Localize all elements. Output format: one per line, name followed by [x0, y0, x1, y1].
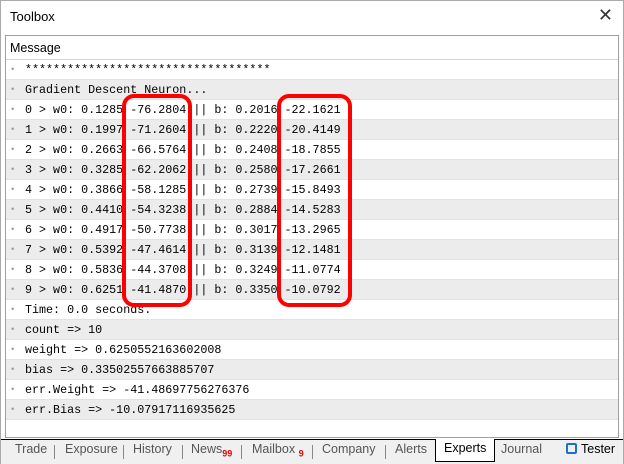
- log-row[interactable]: • 6 > w0: 0.4917 -50.7738 || b: 0.3017 -1…: [6, 220, 618, 240]
- bullet-icon: •: [10, 325, 16, 335]
- tab-mailbox-label: Mailbox: [252, 442, 296, 456]
- log-message: 8 > w0: 0.5836 -44.3708 || b: 0.3249 -11…: [25, 263, 341, 277]
- divider: [182, 445, 183, 459]
- column-header-message[interactable]: Message: [6, 36, 618, 60]
- bullet-icon: •: [10, 105, 16, 115]
- log-row[interactable]: • Time: 0.0 seconds.: [6, 300, 618, 320]
- log-row[interactable]: • 5 > w0: 0.4410 -54.3238 || b: 0.2884 -1…: [6, 200, 618, 220]
- log-message: ***********************************: [25, 63, 271, 77]
- divider: [54, 445, 55, 459]
- mailbox-badge: 9: [298, 448, 304, 459]
- bullet-icon: •: [10, 165, 16, 175]
- log-message: 6 > w0: 0.4917 -50.7738 || b: 0.3017 -13…: [25, 223, 341, 237]
- divider: [385, 445, 386, 459]
- log-row[interactable]: • err.Weight => -41.48697756276376: [6, 380, 618, 400]
- bullet-icon: •: [10, 385, 16, 395]
- log-row[interactable]: • 9 > w0: 0.6251 -41.4870 || b: 0.3350 -1…: [6, 280, 618, 300]
- bullet-icon: •: [10, 65, 16, 75]
- toolbox-window: Toolbox ✕ Message • *********************…: [0, 0, 624, 464]
- log-row[interactable]: • err.Bias => -10.07917116935625: [6, 400, 618, 420]
- log-message: Gradient Descent Neuron...: [25, 83, 208, 97]
- log-message: 9 > w0: 0.6251 -41.4870 || b: 0.3350 -10…: [25, 283, 341, 297]
- divider: [123, 445, 124, 459]
- log-row[interactable]: • 1 > w0: 0.1997 -71.2604 || b: 0.2220 -2…: [6, 120, 618, 140]
- tab-news[interactable]: News99: [191, 442, 232, 459]
- log-row[interactable]: • ***********************************: [6, 60, 618, 80]
- log-row[interactable]: • 4 > w0: 0.3866 -58.1285 || b: 0.2739 -1…: [6, 180, 618, 200]
- bullet-icon: •: [10, 305, 16, 315]
- log-message: 7 > w0: 0.5392 -47.4614 || b: 0.3139 -12…: [25, 243, 341, 257]
- tab-exposure[interactable]: Exposure: [65, 442, 118, 456]
- tab-trade[interactable]: Trade: [15, 442, 47, 456]
- bullet-icon: •: [10, 225, 16, 235]
- tab-journal[interactable]: Journal: [501, 442, 542, 456]
- log-message: weight => 0.6250552163602008: [25, 343, 222, 357]
- bullet-icon: •: [10, 265, 16, 275]
- log-message: err.Bias => -10.07917116935625: [25, 403, 236, 417]
- log-message: count => 10: [25, 323, 103, 337]
- tab-history[interactable]: History: [133, 442, 172, 456]
- log-row[interactable]: • 7 > w0: 0.5392 -47.4614 || b: 0.3139 -1…: [6, 240, 618, 260]
- log-message: 5 > w0: 0.4410 -54.3238 || b: 0.2884 -14…: [25, 203, 341, 217]
- log-row[interactable]: • weight => 0.6250552163602008: [6, 340, 618, 360]
- log-message: 4 > w0: 0.3866 -58.1285 || b: 0.2739 -15…: [25, 183, 341, 197]
- log-message: 1 > w0: 0.1997 -71.2604 || b: 0.2220 -20…: [25, 123, 341, 137]
- log-panel: Message • *******************************…: [5, 35, 619, 438]
- window-title: Toolbox: [10, 9, 55, 24]
- tab-experts[interactable]: Experts: [435, 439, 496, 462]
- log-row[interactable]: • 3 > w0: 0.3285 -62.2062 || b: 0.2580 -1…: [6, 160, 618, 180]
- log-row[interactable]: • count => 10: [6, 320, 618, 340]
- bullet-icon: •: [10, 185, 16, 195]
- divider: [241, 445, 242, 459]
- bullet-icon: •: [10, 205, 16, 215]
- title-bar: Toolbox ✕: [1, 1, 623, 33]
- log-message: 3 > w0: 0.3285 -62.2062 || b: 0.2580 -17…: [25, 163, 341, 177]
- log-message: Time: 0.0 seconds.: [25, 303, 152, 317]
- tab-tester-label: Tester: [581, 442, 616, 456]
- log-row[interactable]: • 2 > w0: 0.2663 -66.5764 || b: 0.2408 -1…: [6, 140, 618, 160]
- bullet-icon: •: [10, 405, 16, 415]
- close-icon[interactable]: ✕: [598, 5, 613, 26]
- log-message: 0 > w0: 0.1285 -76.2804 || b: 0.2016 -22…: [25, 103, 341, 117]
- tab-news-label: News: [191, 442, 223, 456]
- tab-mailbox[interactable]: Mailbox 9: [252, 442, 304, 459]
- log-message: 2 > w0: 0.2663 -66.5764 || b: 0.2408 -18…: [25, 143, 341, 157]
- log-row[interactable]: • Gradient Descent Neuron...: [6, 80, 618, 100]
- bullet-icon: •: [10, 245, 16, 255]
- tab-tester[interactable]: Tester: [566, 442, 615, 456]
- news-badge: 99: [222, 448, 233, 459]
- bullet-icon: •: [10, 145, 16, 155]
- tab-company[interactable]: Company: [322, 442, 376, 456]
- bullet-icon: •: [10, 365, 16, 375]
- bullet-icon: •: [10, 125, 16, 135]
- log-row[interactable]: • 8 > w0: 0.5836 -44.3708 || b: 0.3249 -1…: [6, 260, 618, 280]
- log-row[interactable]: • bias => 0.33502557663885707: [6, 360, 618, 380]
- tab-alerts[interactable]: Alerts: [395, 442, 427, 456]
- log-row[interactable]: • 0 > w0: 0.1285 -76.2804 || b: 0.2016 -2…: [6, 100, 618, 120]
- bullet-icon: •: [10, 345, 16, 355]
- log-message: err.Weight => -41.48697756276376: [25, 383, 250, 397]
- bullet-icon: •: [10, 285, 16, 295]
- divider: [312, 445, 313, 459]
- log-list: • *********************************** • Gra…: [6, 60, 618, 420]
- tab-bar: Trade Exposure History News99 Mailbox 9 …: [1, 439, 623, 464]
- log-message: bias => 0.33502557663885707: [25, 363, 215, 377]
- bullet-icon: •: [10, 85, 16, 95]
- chip-icon: [566, 443, 577, 454]
